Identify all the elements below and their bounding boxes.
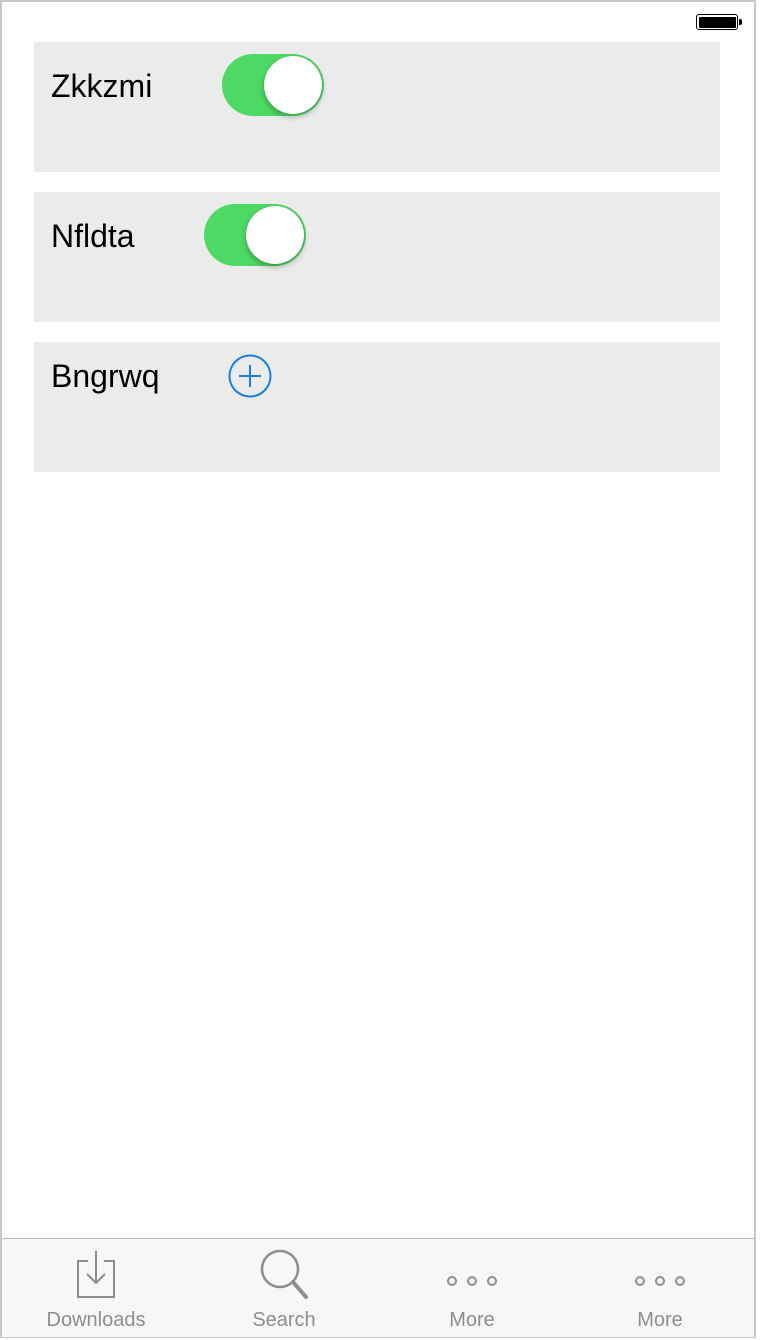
row-label: Bngrwq (51, 358, 160, 394)
more-icon (635, 1276, 685, 1286)
search-icon (260, 1249, 308, 1299)
settings-row-bngrwq: Bngrwq (34, 342, 720, 472)
device-screen: Zkkzmi Nfldta Bngrwq Downloads Search Mo… (0, 0, 756, 1338)
tab-search[interactable]: Search (190, 1239, 378, 1337)
tab-more-1[interactable]: More (378, 1239, 566, 1337)
toggle-knob (264, 56, 322, 114)
download-icon (77, 1251, 115, 1298)
add-button[interactable] (228, 354, 272, 398)
battery-icon (696, 14, 742, 30)
nfldta-toggle[interactable] (204, 204, 306, 266)
tab-bar: Downloads Search More More (2, 1238, 754, 1337)
status-bar (2, 2, 754, 42)
row-label: Nfldta (51, 218, 135, 254)
toggle-knob (246, 206, 304, 264)
row-label: Zkkzmi (51, 68, 153, 104)
tab-label: More (637, 1309, 683, 1331)
tab-label: Search (252, 1309, 316, 1331)
settings-row-nfldta: Nfldta (34, 192, 720, 322)
plus-circle-icon (228, 354, 272, 398)
tab-label: Downloads (46, 1309, 146, 1331)
more-icon (447, 1276, 497, 1286)
tab-label: More (449, 1309, 495, 1331)
zkkzmi-toggle[interactable] (222, 54, 324, 116)
tab-downloads[interactable]: Downloads (2, 1239, 190, 1337)
tab-more-2[interactable]: More (566, 1239, 754, 1337)
settings-row-zkkzmi: Zkkzmi (34, 42, 720, 172)
